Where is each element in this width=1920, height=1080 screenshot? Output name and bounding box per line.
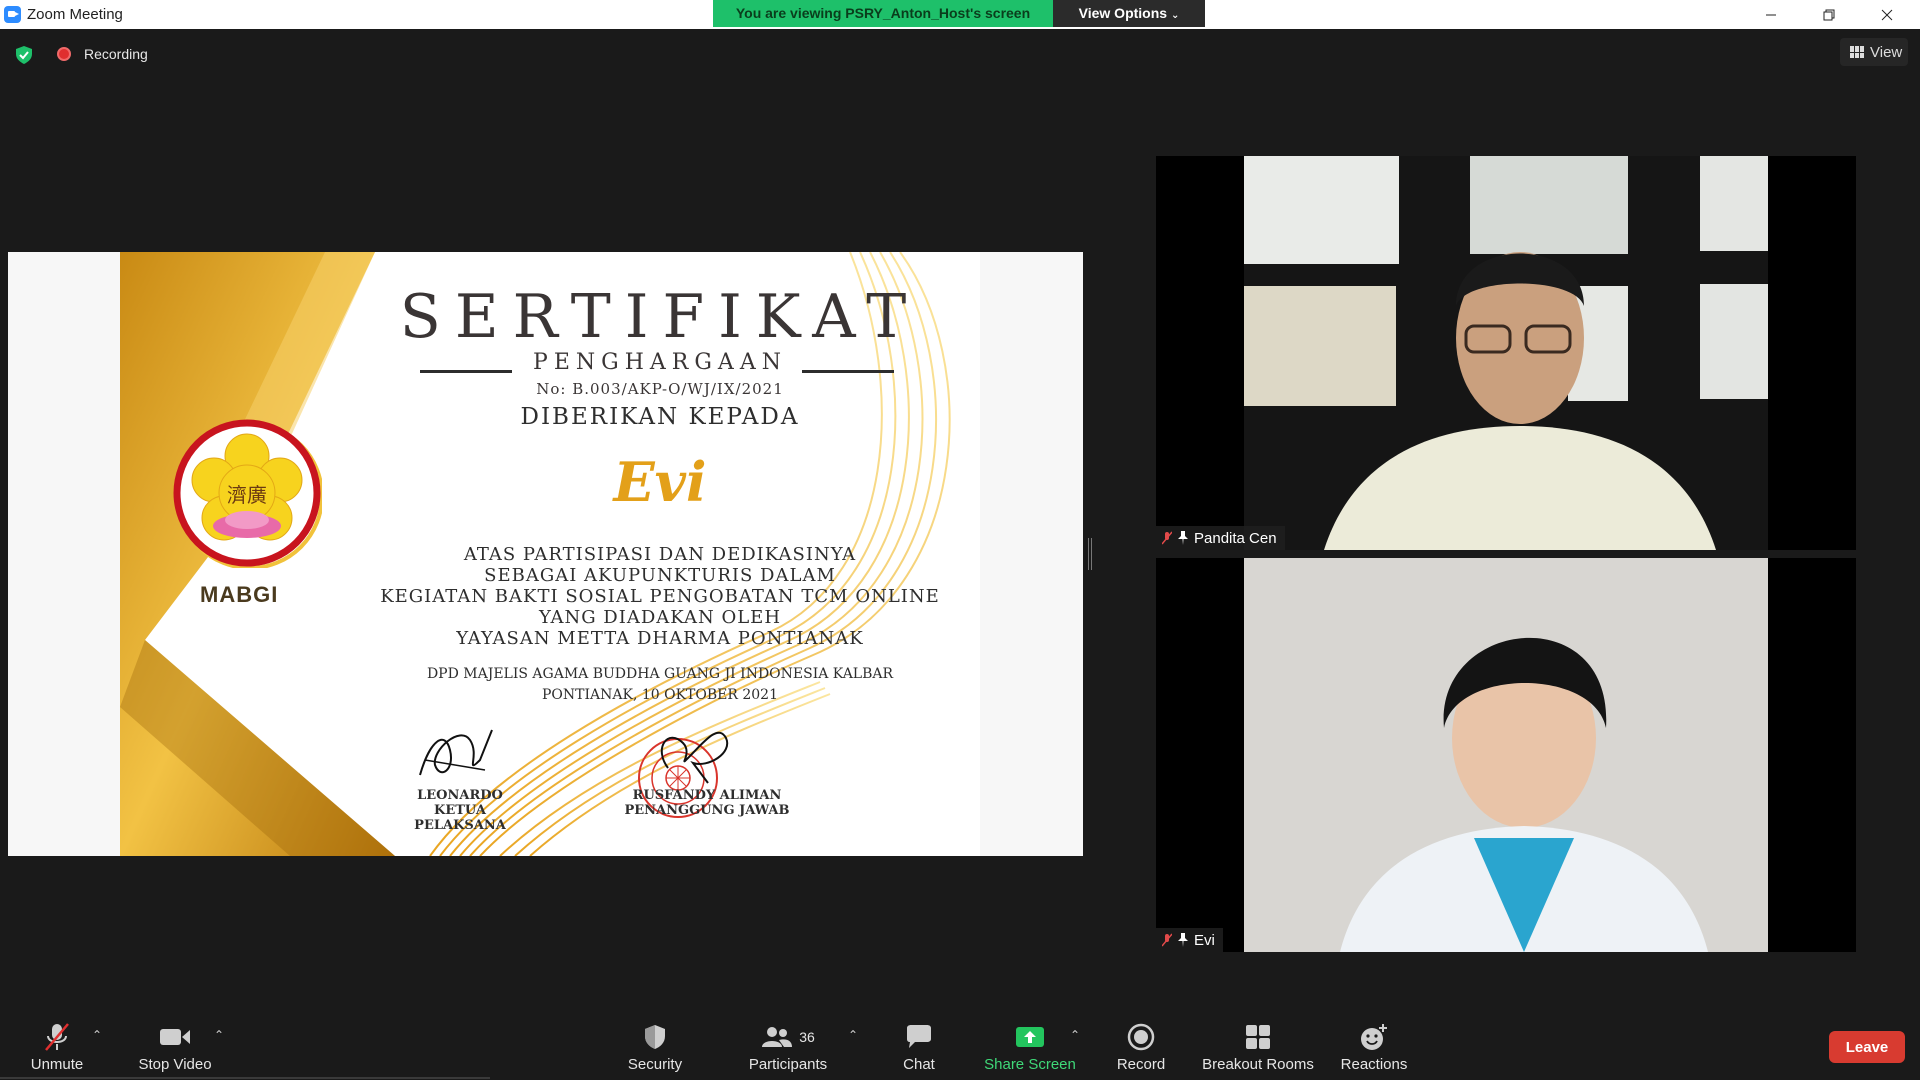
close-button[interactable] [1858, 0, 1916, 29]
video-options-caret-icon[interactable]: ⌃ [214, 1028, 224, 1042]
body-line: ATAS PARTISIPASI DAN DEDIKASINYA [463, 544, 857, 565]
signer-left: LEONARDO KETUA PELAKSANA [390, 788, 530, 833]
breakout-rooms-icon [1246, 1025, 1270, 1049]
signer-left-role: KETUA PELAKSANA [414, 803, 506, 833]
certificate-subtitle: PENGHARGAAN [533, 350, 787, 375]
signer-right-role: PENANGGUNG JAWAB [624, 803, 790, 818]
signer-left-name: LEONARDO [417, 788, 503, 803]
reactions-button[interactable]: Reactions [1336, 1020, 1412, 1073]
stop-video-label: Stop Video [138, 1056, 212, 1073]
view-options-button[interactable]: View Options ⌄ [1053, 0, 1205, 27]
signer-right: RUSFANDY ALIMAN PENANGGUNG JAWAB [622, 788, 792, 818]
participants-button[interactable]: 36 Participants [740, 1020, 836, 1073]
grid-view-icon [1850, 46, 1864, 58]
logo-name: MABGI [200, 582, 279, 607]
viewing-screen-banner: You are viewing PSRY_Anton_Host's screen [713, 0, 1053, 27]
minimize-icon [1766, 14, 1776, 15]
pin-icon [1178, 933, 1188, 947]
pin-icon [1178, 531, 1188, 545]
minimize-button[interactable] [1742, 0, 1800, 29]
participants-options-caret-icon[interactable]: ⌃ [848, 1028, 858, 1042]
reactions-label: Reactions [1340, 1056, 1408, 1073]
unmute-button[interactable]: Unmute [24, 1020, 90, 1073]
reactions-smiley-icon [1361, 1024, 1387, 1050]
leave-meeting-button[interactable]: Leave [1829, 1031, 1905, 1063]
video-tile-pandita-cen[interactable]: Pandita Cen [1156, 156, 1856, 550]
signer-right-name: RUSFANDY ALIMAN [632, 788, 782, 803]
stop-video-button[interactable]: Stop Video [134, 1020, 216, 1073]
chat-button[interactable]: Chat [894, 1020, 944, 1073]
mabgi-logo: 濟廣 [172, 418, 324, 570]
video-camera-icon [160, 1029, 190, 1045]
given-to-label: DIBERIKAN KEPADA [520, 404, 800, 430]
participant-name-tag: Pandita Cen [1156, 526, 1285, 550]
participants-count: 36 [799, 1029, 815, 1045]
certificate: 濟廣 MABGI SERTIFIKAT PENGHARGAAN No: B.00… [120, 252, 980, 856]
video-tile-evi[interactable]: Evi [1156, 558, 1856, 952]
zoom-app-icon [4, 6, 21, 23]
split-view-drag-handle[interactable] [1088, 538, 1092, 570]
view-label: View [1870, 43, 1903, 61]
security-button[interactable]: Security [620, 1020, 690, 1073]
security-shield-icon [645, 1025, 665, 1049]
muted-mic-icon [1162, 933, 1172, 947]
view-layout-button[interactable]: View [1840, 38, 1908, 66]
signature-left-scrawl [419, 729, 493, 776]
participant-name-tag: Evi [1156, 928, 1223, 952]
certificate-body: ATAS PARTISIPASI DAN DEDIKASINYA SEBAGAI… [370, 544, 950, 649]
close-icon [1881, 9, 1893, 20]
recipient-name: Evi [613, 450, 707, 514]
toolbar-bottom-edge [0, 1077, 490, 1079]
signature-right-scrawl [660, 731, 729, 784]
share-options-caret-icon[interactable]: ⌃ [1070, 1028, 1080, 1042]
certificate-number: No: B.003/AKP-O/WJ/IX/2021 [536, 380, 784, 398]
participant-video [1244, 558, 1768, 952]
encryption-shield-icon[interactable] [16, 46, 32, 64]
lotus-logo-icon: 濟廣 [173, 419, 324, 570]
body-line: SEBAGAI AKUPUNKTURIS DALAM [484, 565, 836, 586]
security-label: Security [627, 1056, 683, 1073]
chat-label: Chat [903, 1056, 935, 1073]
participant-name: Pandita Cen [1194, 529, 1277, 547]
share-screen-button[interactable]: Share Screen [982, 1020, 1078, 1073]
recording-label: Recording [84, 46, 148, 62]
certificate-title: SERTIFIKAT [399, 282, 921, 352]
breakout-rooms-button[interactable]: Breakout Rooms [1200, 1020, 1316, 1073]
restore-button[interactable] [1800, 0, 1858, 29]
record-icon [1127, 1023, 1155, 1051]
chevron-down-icon: ⌄ [1170, 10, 1180, 21]
body-line: YANG DIADAKAN OLEH [538, 607, 782, 628]
recording-indicator-icon [57, 47, 71, 61]
record-button[interactable]: Record [1110, 1020, 1172, 1073]
share-screen-icon [1016, 1027, 1044, 1047]
body-line: YAYASAN METTA DHARMA PONTIANAK [456, 628, 864, 649]
participant-name: Evi [1194, 931, 1215, 949]
organization-name: DPD MAJELIS AGAMA BUDDHA GUANG JI INDONE… [426, 666, 894, 682]
restore-icon [1823, 9, 1835, 20]
muted-mic-icon [1162, 531, 1172, 545]
shared-screen: 濟廣 MABGI SERTIFIKAT PENGHARGAAN No: B.00… [8, 252, 1083, 856]
certificate-organization: DPD MAJELIS AGAMA BUDDHA GUANG JI INDONE… [390, 664, 930, 706]
audio-options-caret-icon[interactable]: ⌃ [92, 1028, 102, 1042]
place-date: PONTIANAK, 10 OKTOBER 2021 [542, 687, 778, 703]
participant-video [1244, 156, 1768, 550]
breakout-rooms-label: Breakout Rooms [1202, 1056, 1314, 1073]
participants-icon [762, 1027, 793, 1047]
window-title: Zoom Meeting [27, 6, 123, 23]
muted-microphone-icon [45, 1023, 69, 1051]
participant-video-frame [1244, 558, 1768, 952]
logo-glyphs: 濟廣 [227, 483, 267, 507]
share-screen-label: Share Screen [984, 1056, 1076, 1073]
view-options-label: View Options [1078, 5, 1168, 21]
chat-bubble-icon [907, 1025, 931, 1048]
body-line: KEGIATAN BAKTI SOSIAL PENGOBATAN TCM ONL… [380, 586, 940, 607]
record-label: Record [1116, 1056, 1166, 1073]
participant-video-frame [1244, 156, 1768, 550]
participants-label: Participants [748, 1056, 828, 1073]
unmute-label: Unmute [30, 1056, 84, 1073]
meeting-toolbar: Unmute ⌃ Stop Video ⌃ Security 36 Partic… [0, 1000, 1920, 1080]
